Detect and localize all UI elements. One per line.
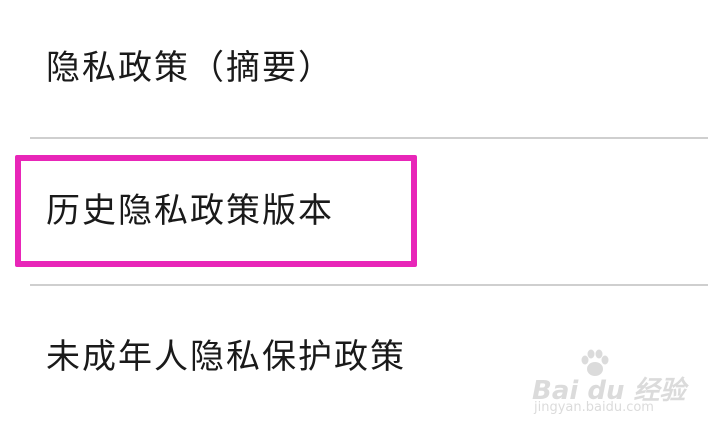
list-item-label: 未成年人隐私保护政策 [46,337,406,377]
baidu-jingyan-watermark: Bai du 经验 jingyan.baidu.com [532,348,686,418]
watermark-url: jingyan.baidu.com [534,400,654,415]
list-item-label: 隐私政策（摘要） [46,48,334,88]
list-item-label: 历史隐私政策版本 [46,191,334,231]
list-item-privacy-policy-summary[interactable]: 隐私政策（摘要） [0,0,708,138]
list-item-privacy-policy-history[interactable]: 历史隐私政策版本 [0,139,708,285]
